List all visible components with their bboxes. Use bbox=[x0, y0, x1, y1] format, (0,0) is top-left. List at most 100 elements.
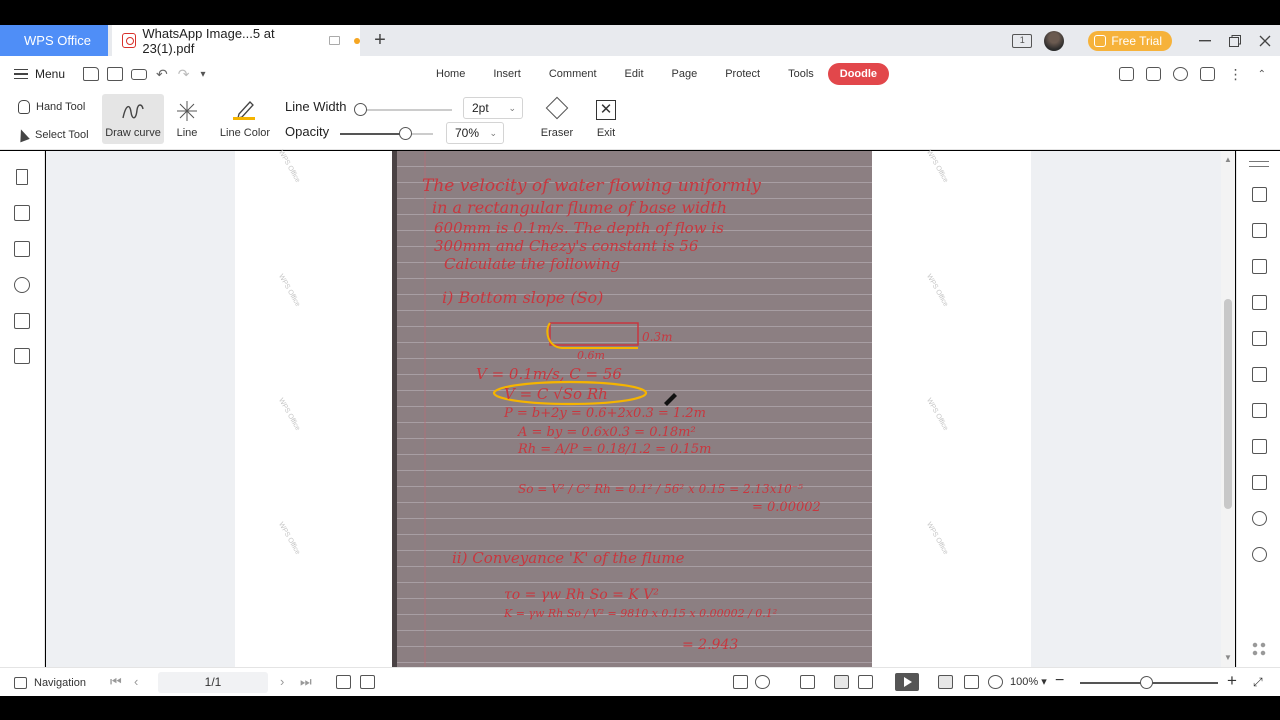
annotate-icon[interactable] bbox=[1252, 295, 1267, 310]
search-icon[interactable] bbox=[1252, 511, 1267, 526]
compare-icon[interactable] bbox=[1252, 403, 1267, 418]
exit-button[interactable]: ✕ Exit bbox=[596, 94, 616, 144]
open-folder-icon[interactable] bbox=[83, 67, 100, 81]
fullscreen-icon[interactable]: ⤢ bbox=[1253, 675, 1267, 689]
draw-curve-button[interactable]: Draw curve bbox=[102, 94, 164, 144]
opacity-select[interactable]: 70% ⌄ bbox=[446, 122, 504, 144]
pdf-page[interactable]: WPS Office WPS Office WPS Office WPS Off… bbox=[235, 149, 1031, 667]
back-icon[interactable] bbox=[336, 675, 351, 689]
next-page-icon[interactable]: › bbox=[280, 674, 284, 689]
customize-dropdown-icon[interactable]: ▾ bbox=[201, 69, 206, 80]
minimize-button[interactable] bbox=[1190, 25, 1220, 56]
avatar[interactable] bbox=[1044, 30, 1065, 51]
add-user-icon[interactable] bbox=[1118, 67, 1134, 81]
zoom-out-button[interactable]: − bbox=[1055, 672, 1064, 690]
attachment-icon[interactable] bbox=[14, 277, 30, 293]
tab-comment[interactable]: Comment bbox=[549, 68, 597, 80]
help-icon[interactable] bbox=[1252, 547, 1267, 562]
forward-icon[interactable] bbox=[360, 675, 375, 689]
vertical-scrollbar[interactable]: ▲ ▼ bbox=[1221, 151, 1235, 667]
signature-icon[interactable] bbox=[14, 313, 30, 329]
zoom-slider-knob[interactable] bbox=[1140, 676, 1153, 689]
play-slideshow-button[interactable] bbox=[895, 673, 919, 691]
rotate-icon[interactable] bbox=[988, 675, 1003, 689]
pointer-tools: Hand Tool Select Tool bbox=[16, 93, 89, 149]
crop-icon[interactable] bbox=[1252, 331, 1267, 346]
two-page-icon[interactable] bbox=[858, 675, 873, 689]
free-trial-button[interactable]: Free Trial bbox=[1088, 30, 1172, 51]
comment-icon[interactable] bbox=[14, 241, 30, 257]
single-page-icon[interactable] bbox=[834, 675, 849, 689]
opacity-slider-knob[interactable] bbox=[399, 127, 413, 140]
zoom-level[interactable]: 100% ▾ bbox=[1010, 668, 1047, 697]
bookmark-icon[interactable] bbox=[16, 169, 28, 185]
menu-icon[interactable] bbox=[14, 69, 28, 79]
watermark-text: WPS Office bbox=[276, 521, 302, 556]
print-icon[interactable] bbox=[1252, 439, 1267, 454]
line-width-slider-knob[interactable] bbox=[354, 103, 367, 116]
print-icon[interactable] bbox=[131, 68, 148, 80]
restore-button[interactable] bbox=[1220, 25, 1250, 56]
close-button[interactable] bbox=[1250, 25, 1280, 56]
tab-home[interactable]: Home bbox=[436, 68, 465, 80]
tab-tools[interactable]: Tools bbox=[788, 68, 814, 80]
handwritten-line: i) Bottom slope (So) bbox=[442, 288, 603, 307]
form-icon[interactable] bbox=[14, 348, 30, 364]
export-page-icon[interactable] bbox=[733, 675, 748, 689]
tab-protect[interactable]: Protect bbox=[725, 68, 760, 80]
apps-grid-icon[interactable] bbox=[1251, 641, 1267, 657]
eye-protection-icon[interactable] bbox=[755, 675, 770, 689]
navigation-button[interactable]: Navigation bbox=[14, 668, 86, 697]
tab-document[interactable]: WhatsApp Image...5 at 23(1).pdf bbox=[112, 25, 360, 56]
scroll-up-icon[interactable]: ▲ bbox=[1224, 155, 1232, 164]
tab-insert[interactable]: Insert bbox=[493, 68, 521, 80]
zoom-in-button[interactable]: + bbox=[1227, 671, 1237, 691]
menu-label[interactable]: Menu bbox=[35, 67, 65, 81]
redo-icon[interactable]: ↷ bbox=[178, 66, 190, 83]
document-canvas[interactable]: WPS Office WPS Office WPS Office WPS Off… bbox=[46, 149, 1221, 667]
fit-page-icon[interactable] bbox=[964, 675, 979, 689]
share-icon[interactable] bbox=[1145, 67, 1161, 81]
edit-text-icon[interactable] bbox=[1252, 223, 1267, 238]
eraser-button[interactable]: Eraser bbox=[534, 94, 580, 144]
actual-size-icon[interactable] bbox=[938, 675, 953, 689]
page-view-icon[interactable]: 1 bbox=[1012, 33, 1033, 48]
page-number-input[interactable]: 1/1 bbox=[158, 672, 268, 693]
line-width-track[interactable] bbox=[360, 109, 452, 111]
comment-icon[interactable] bbox=[1199, 67, 1215, 81]
scroll-down-icon[interactable]: ▼ bbox=[1224, 653, 1232, 662]
scroll-thumb[interactable] bbox=[1224, 299, 1232, 509]
monitor-icon[interactable] bbox=[328, 36, 341, 45]
page-icon[interactable] bbox=[1252, 475, 1267, 490]
gear-icon[interactable] bbox=[1172, 67, 1188, 81]
previous-page-icon[interactable]: ‹ bbox=[134, 674, 138, 689]
collapse-ribbon-icon[interactable]: ⌃ bbox=[1258, 69, 1266, 80]
convert-icon[interactable] bbox=[1252, 259, 1267, 274]
chevron-down-icon: ⌄ bbox=[508, 103, 516, 113]
tab-edit[interactable]: Edit bbox=[625, 68, 644, 80]
image-icon[interactable] bbox=[14, 205, 30, 221]
new-tab-button[interactable]: + bbox=[370, 29, 390, 51]
fit-width-icon[interactable] bbox=[800, 675, 815, 689]
minimize-icon bbox=[1199, 39, 1211, 41]
line-width-select[interactable]: 2pt ⌄ bbox=[463, 97, 523, 119]
handwritten-line: Calculate the following bbox=[444, 255, 620, 273]
last-page-icon[interactable]: ⏭ bbox=[300, 674, 312, 690]
line-button[interactable]: Line bbox=[172, 94, 202, 144]
tab-page[interactable]: Page bbox=[672, 68, 698, 80]
highlight-icon[interactable] bbox=[1252, 367, 1267, 382]
hand-tool-button[interactable]: Hand Tool bbox=[18, 93, 89, 121]
first-page-icon[interactable]: ⏮ bbox=[110, 674, 122, 690]
undo-icon[interactable]: ↶ bbox=[156, 66, 168, 83]
save-icon[interactable] bbox=[107, 67, 124, 81]
select-tool-button[interactable]: Select Tool bbox=[16, 121, 89, 149]
export-icon[interactable] bbox=[1252, 187, 1267, 202]
tab-wps-office[interactable]: WPS Office bbox=[0, 25, 108, 56]
line-color-button[interactable]: Line Color bbox=[216, 94, 274, 144]
handwritten-line: ii) Conveyance 'K' of the flume bbox=[452, 549, 685, 567]
tab-doodle[interactable]: Doodle bbox=[827, 63, 890, 85]
more-icon[interactable]: ⋮ bbox=[1229, 66, 1243, 83]
panel-toggle-icon[interactable] bbox=[1249, 161, 1269, 167]
tab-document-label: WhatsApp Image...5 at 23(1).pdf bbox=[142, 25, 275, 56]
handwritten-line: 0.3m bbox=[642, 330, 672, 344]
